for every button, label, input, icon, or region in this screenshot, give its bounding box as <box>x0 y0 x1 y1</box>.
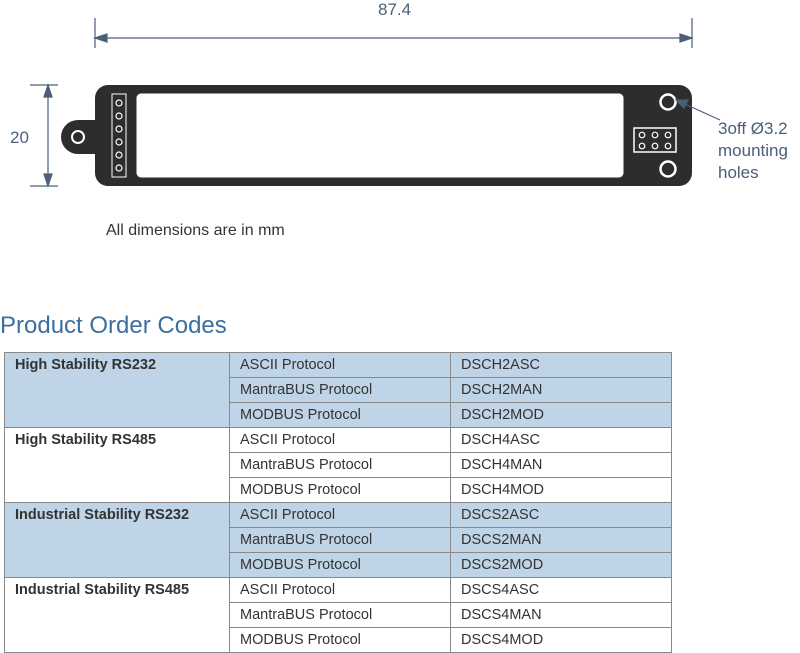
protocol-cell: ASCII Protocol <box>230 428 451 453</box>
protocol-cell: MODBUS Protocol <box>230 478 451 503</box>
dimension-diagram <box>0 0 800 260</box>
table-row: Industrial Stability RS232ASCII Protocol… <box>5 503 672 528</box>
group-cell <box>5 378 230 403</box>
protocol-cell: MantraBUS Protocol <box>230 453 451 478</box>
table-row: MODBUS ProtocolDSCS2MOD <box>5 553 672 578</box>
code-cell: DSCH4ASC <box>451 428 672 453</box>
protocol-cell: MODBUS Protocol <box>230 628 451 653</box>
group-cell <box>5 528 230 553</box>
code-cell: DSCH2MAN <box>451 378 672 403</box>
table-row: MODBUS ProtocolDSCH4MOD <box>5 478 672 503</box>
table-row: Industrial Stability RS485ASCII Protocol… <box>5 578 672 603</box>
order-codes-table: High Stability RS232ASCII ProtocolDSCH2A… <box>4 352 672 653</box>
group-cell <box>5 603 230 628</box>
protocol-cell: ASCII Protocol <box>230 353 451 378</box>
code-cell: DSCH4MAN <box>451 453 672 478</box>
dim-height-label: 20 <box>10 128 29 148</box>
group-cell <box>5 478 230 503</box>
protocol-cell: ASCII Protocol <box>230 503 451 528</box>
code-cell: DSCS2MAN <box>451 528 672 553</box>
section-title: Product Order Codes <box>0 312 227 340</box>
table-row: High Stability RS232ASCII ProtocolDSCH2A… <box>5 353 672 378</box>
code-cell: DSCH4MOD <box>451 478 672 503</box>
table-row: MODBUS ProtocolDSCS4MOD <box>5 628 672 653</box>
protocol-cell: MantraBUS Protocol <box>230 603 451 628</box>
table-row: MantraBUS ProtocolDSCS4MAN <box>5 603 672 628</box>
group-cell <box>5 453 230 478</box>
group-cell: High Stability RS485 <box>5 428 230 453</box>
table-row: MantraBUS ProtocolDSCH2MAN <box>5 378 672 403</box>
protocol-cell: ASCII Protocol <box>230 578 451 603</box>
code-cell: DSCS4ASC <box>451 578 672 603</box>
table-row: High Stability RS485ASCII ProtocolDSCH4A… <box>5 428 672 453</box>
group-cell <box>5 553 230 578</box>
protocol-cell: MantraBUS Protocol <box>230 528 451 553</box>
dimensions-caption: All dimensions are in mm <box>106 222 285 240</box>
group-cell <box>5 403 230 428</box>
protocol-cell: MODBUS Protocol <box>230 403 451 428</box>
code-cell: DSCH2ASC <box>451 353 672 378</box>
group-cell <box>5 628 230 653</box>
code-cell: DSCS2MOD <box>451 553 672 578</box>
protocol-cell: MantraBUS Protocol <box>230 378 451 403</box>
mounting-holes-callout: 3off Ø3.2 mounting holes <box>718 118 788 184</box>
group-cell: High Stability RS232 <box>5 353 230 378</box>
code-cell: DSCH2MOD <box>451 403 672 428</box>
table-row: MODBUS ProtocolDSCH2MOD <box>5 403 672 428</box>
code-cell: DSCS4MAN <box>451 603 672 628</box>
group-cell: Industrial Stability RS232 <box>5 503 230 528</box>
code-cell: DSCS2ASC <box>451 503 672 528</box>
code-cell: DSCS4MOD <box>451 628 672 653</box>
table-row: MantraBUS ProtocolDSCH4MAN <box>5 453 672 478</box>
table-row: MantraBUS ProtocolDSCS2MAN <box>5 528 672 553</box>
group-cell: Industrial Stability RS485 <box>5 578 230 603</box>
protocol-cell: MODBUS Protocol <box>230 553 451 578</box>
dim-width-label: 87.4 <box>378 0 411 20</box>
